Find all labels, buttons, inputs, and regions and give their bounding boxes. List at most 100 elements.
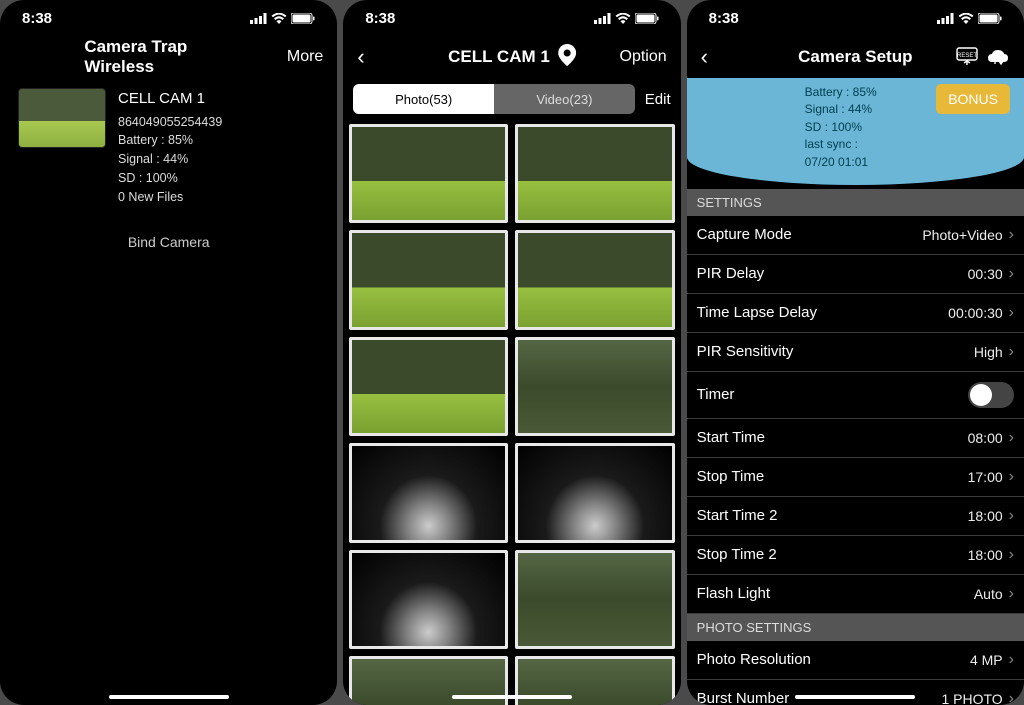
wifi-icon	[615, 13, 631, 24]
battery-icon	[635, 13, 659, 24]
photo-thumbnail[interactable]	[349, 337, 508, 436]
setting-value: 4 MP	[970, 652, 1003, 668]
location-pin-icon[interactable]	[558, 44, 576, 71]
setting-value: 18:00	[968, 508, 1003, 524]
setting-value-group: 08:00 ›	[968, 429, 1014, 447]
status-icons	[937, 13, 1002, 24]
status-bar: 8:38	[0, 0, 337, 36]
bind-camera-button[interactable]: Bind Camera	[0, 234, 337, 250]
status-sd: SD : 100%	[805, 119, 1024, 136]
page-title: CELL CAM 1	[448, 47, 550, 67]
status-icons	[594, 13, 659, 24]
back-button[interactable]: ‹	[701, 44, 753, 70]
photo-thumbnail[interactable]	[349, 124, 508, 223]
setting-value-group: High ›	[974, 343, 1014, 361]
chevron-right-icon: ›	[1009, 265, 1014, 283]
bonus-button[interactable]: BONUS	[936, 84, 1010, 114]
home-indicator[interactable]	[795, 695, 915, 699]
camera-name: CELL CAM 1	[118, 88, 222, 111]
setting-label: Flash Light	[697, 585, 770, 602]
chevron-right-icon: ›	[1009, 429, 1014, 447]
status-lastsync-label: last sync :	[805, 136, 1024, 153]
row-burst-number[interactable]: Burst Number 1 PHOTO ›	[687, 680, 1024, 705]
screen-gallery: 8:38 ‹ CELL CAM 1 Option Photo(53) Video…	[343, 0, 680, 705]
row-flash-light[interactable]: Flash Light Auto›	[687, 575, 1024, 614]
setting-value-group: 00:30 ›	[968, 265, 1014, 283]
row-start-time[interactable]: Start Time 08:00›	[687, 419, 1024, 458]
battery-icon	[978, 13, 1002, 24]
row-stop-time[interactable]: Stop Time 17:00›	[687, 458, 1024, 497]
row-photo-resolution[interactable]: Photo Resolution 4 MP›	[687, 641, 1024, 680]
row-capture-mode[interactable]: Capture Mode Photo+Video›	[687, 216, 1024, 255]
battery-icon	[291, 13, 315, 24]
nav-bar: Camera Trap Wireless More	[0, 36, 337, 78]
setting-value: 18:00	[968, 547, 1003, 563]
camera-info: CELL CAM 1 864049055254439 Battery : 85%…	[118, 88, 222, 206]
setting-label: Burst Number	[697, 690, 790, 705]
setting-value: 08:00	[968, 430, 1003, 446]
row-start-time-2[interactable]: Start Time 2 18:00›	[687, 497, 1024, 536]
page-title: Camera Trap Wireless	[84, 37, 253, 77]
setting-value: 00:30	[968, 266, 1003, 282]
status-panel: Battery : 85% Signal : 44% SD : 100% las…	[687, 78, 1024, 185]
page-title: Camera Setup	[798, 47, 912, 67]
camera-signal: Signal : 44%	[118, 150, 222, 169]
home-indicator[interactable]	[452, 695, 572, 699]
status-icons	[250, 13, 315, 24]
row-pir-sensitivity[interactable]: PIR Sensitivity High›	[687, 333, 1024, 372]
setting-label: Timer	[697, 386, 735, 403]
photo-thumbnail[interactable]	[515, 230, 674, 329]
content: Photo(53) Video(23) Edit	[343, 78, 680, 705]
setting-value-group: 18:00›	[968, 507, 1014, 525]
chevron-right-icon: ›	[1009, 546, 1014, 564]
segment-video[interactable]: Video(23)	[494, 84, 635, 114]
segment-photo[interactable]: Photo(53)	[353, 84, 494, 114]
page-title-group: CELL CAM 1	[448, 44, 576, 71]
photo-grid	[343, 120, 680, 705]
segment-row: Photo(53) Video(23) Edit	[343, 78, 680, 120]
row-pir-delay[interactable]: PIR Delay 00:30›	[687, 255, 1024, 294]
setting-value: 17:00	[968, 469, 1003, 485]
setting-value: 1 PHOTO	[941, 691, 1002, 705]
edit-button[interactable]: Edit	[645, 91, 671, 108]
reset-icon[interactable]: RESET	[956, 47, 978, 67]
setting-value: High	[974, 344, 1003, 360]
chevron-right-icon: ›	[1009, 585, 1014, 603]
setting-label: Stop Time 2	[697, 546, 777, 563]
nav-bar: ‹ Camera Setup RESET	[687, 36, 1024, 78]
content[interactable]: Battery : 85% Signal : 44% SD : 100% las…	[687, 78, 1024, 705]
chevron-right-icon: ›	[1009, 690, 1014, 705]
segment-control: Photo(53) Video(23)	[353, 84, 634, 114]
home-indicator[interactable]	[109, 695, 229, 699]
row-timer: Timer	[687, 372, 1024, 419]
section-header-settings: SETTINGS	[687, 189, 1024, 216]
timer-toggle[interactable]	[968, 382, 1014, 408]
photo-thumbnail[interactable]	[515, 337, 674, 436]
photo-thumbnail[interactable]	[349, 443, 508, 542]
more-button[interactable]: More	[271, 48, 323, 66]
option-button[interactable]: Option	[615, 48, 667, 66]
row-stop-time-2[interactable]: Stop Time 2 18:00 ›	[687, 536, 1024, 575]
wifi-icon	[958, 13, 974, 24]
status-lastsync-value: 07/20 01:01	[805, 154, 1024, 171]
camera-row[interactable]: CELL CAM 1 864049055254439 Battery : 85%…	[0, 78, 337, 216]
chevron-right-icon: ›	[1009, 226, 1014, 244]
photo-thumbnail[interactable]	[515, 124, 674, 223]
cloud-sync-icon[interactable]	[986, 48, 1010, 66]
section-header-photo: PHOTO SETTINGS	[687, 614, 1024, 641]
setting-value-group: 4 MP›	[970, 651, 1014, 669]
setting-label: Photo Resolution	[697, 651, 811, 668]
status-time: 8:38	[709, 10, 739, 27]
status-time: 8:38	[22, 10, 52, 27]
photo-thumbnail[interactable]	[515, 550, 674, 649]
row-timelapse-delay[interactable]: Time Lapse Delay 00:00:30›	[687, 294, 1024, 333]
chevron-right-icon: ›	[1009, 343, 1014, 361]
photo-thumbnail[interactable]	[515, 443, 674, 542]
setting-label: Time Lapse Delay	[697, 304, 817, 321]
content: CELL CAM 1 864049055254439 Battery : 85%…	[0, 78, 337, 705]
photo-thumbnail[interactable]	[349, 550, 508, 649]
photo-thumbnail[interactable]	[349, 230, 508, 329]
setting-label: Start Time 2	[697, 507, 778, 524]
setting-value: 00:00:30	[948, 305, 1003, 321]
back-button[interactable]: ‹	[357, 44, 409, 70]
